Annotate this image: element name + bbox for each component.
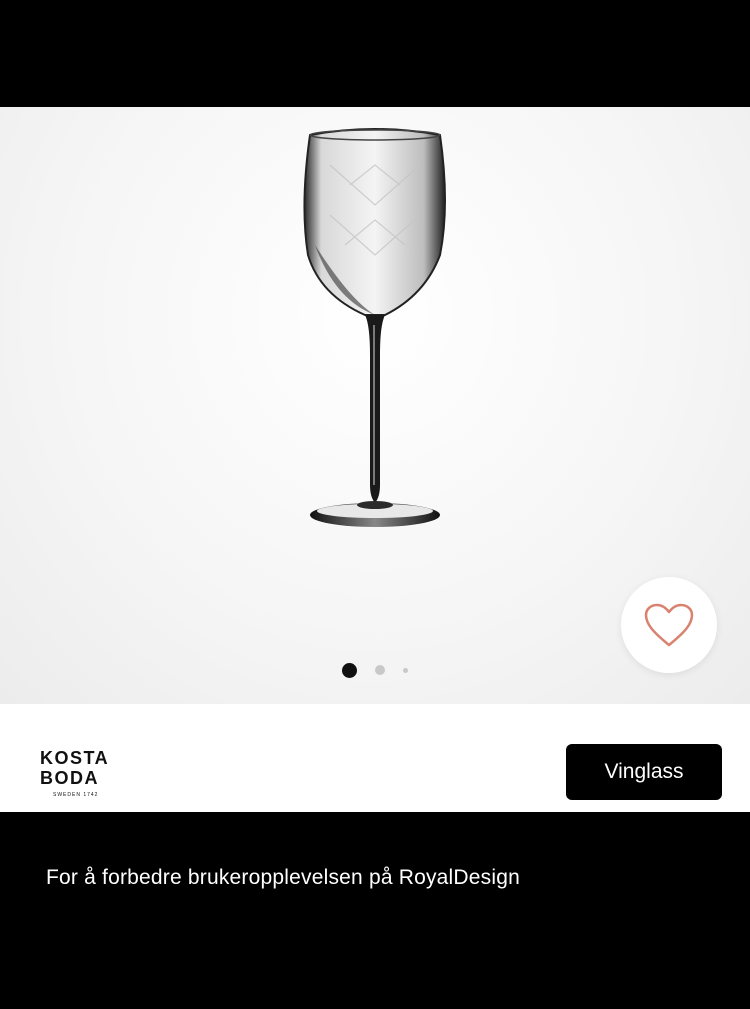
- brand-bar: KOSTA BODA SWEDEN 1742 Vinglass: [0, 704, 750, 812]
- category-button[interactable]: Vinglass: [566, 744, 722, 800]
- brand-logo-line2: BODA: [40, 768, 99, 788]
- brand-logo-tagline: SWEDEN 1742: [53, 792, 99, 798]
- product-image-carousel[interactable]: [0, 107, 750, 704]
- carousel-indicator: [0, 660, 750, 680]
- cookie-banner-text: For å forbedre brukeropplevelsen på Roya…: [46, 866, 520, 889]
- top-black-bar: [0, 0, 750, 107]
- wine-glass-image: [303, 128, 446, 527]
- product-page: KOSTA BODA SWEDEN 1742 Vinglass For å fo…: [0, 0, 750, 1009]
- brand-logo-line1: KOSTA: [40, 748, 110, 768]
- carousel-dot-2[interactable]: [375, 665, 385, 675]
- carousel-dot-1[interactable]: [342, 662, 357, 678]
- cookie-banner: For å forbedre brukeropplevelsen på Roya…: [0, 812, 750, 1009]
- favorite-button[interactable]: [621, 577, 717, 673]
- brand-logo[interactable]: KOSTA BODA SWEDEN 1742: [40, 748, 120, 798]
- heart-outline-icon: [644, 603, 694, 647]
- carousel-dot-3[interactable]: [403, 667, 408, 673]
